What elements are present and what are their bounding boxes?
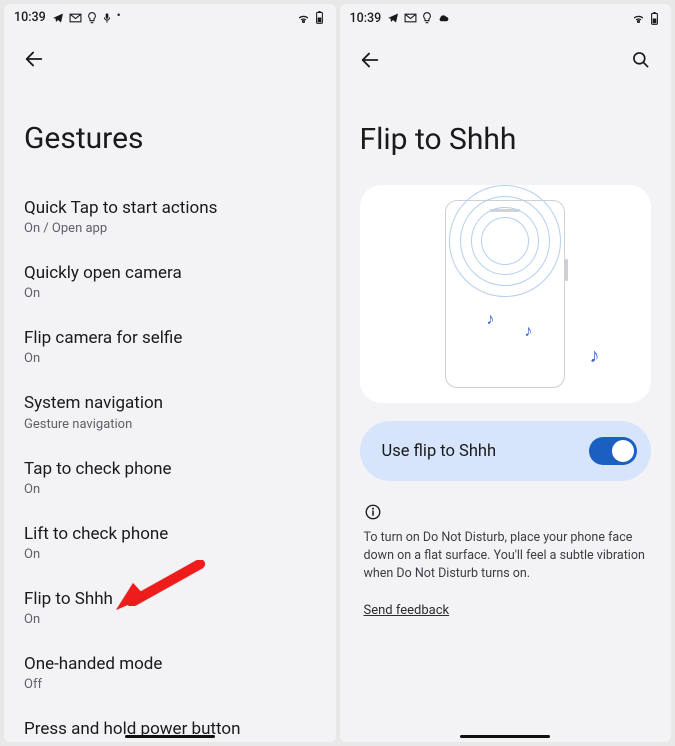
list-item-subtitle: On [24, 547, 316, 562]
page-title: Flip to Shhh [340, 82, 672, 185]
music-note-icon: ♪ [590, 343, 600, 368]
page-title: Gestures [4, 81, 336, 184]
info-icon-row [340, 481, 672, 523]
list-item-tap-check-phone[interactable]: Tap to check phone On [24, 445, 316, 510]
use-flip-to-shhh-toggle-row[interactable]: Use flip to Shhh [360, 421, 652, 481]
cloud-icon [437, 13, 450, 23]
list-item-flip-camera-selfie[interactable]: Flip camera for selfie On [24, 314, 316, 379]
battery-icon [650, 12, 659, 25]
bulb-icon [422, 12, 432, 24]
back-button[interactable] [20, 45, 48, 73]
list-item-title: System navigation [24, 392, 316, 414]
bulb-icon [87, 12, 97, 24]
list-item-subtitle: Gesture navigation [24, 417, 316, 432]
list-item-system-navigation[interactable]: System navigation Gesture navigation [24, 379, 316, 444]
right-screen: 10:39 Flip to Shhh ♪ ♪ [340, 4, 672, 742]
list-item-quick-tap[interactable]: Quick Tap to start actions On / Open app [24, 184, 316, 249]
gmail-icon [404, 13, 417, 23]
list-item-title: Quickly open camera [24, 262, 316, 284]
battery-icon [315, 11, 324, 24]
list-item-title: One-handed mode [24, 653, 316, 675]
music-note-icon: ♪ [486, 309, 494, 329]
list-item-one-handed-mode[interactable]: One-handed mode Off [24, 640, 316, 705]
status-right-icons [296, 11, 324, 24]
list-item-title: Flip camera for selfie [24, 327, 316, 349]
list-item-flip-to-shhh[interactable]: Flip to Shhh On [24, 575, 316, 640]
toggle-switch[interactable] [589, 437, 637, 465]
search-button[interactable] [627, 46, 655, 74]
illustration-card: ♪ ♪ ♪ [360, 185, 652, 403]
info-text: To turn on Do Not Disturb, place your ph… [340, 523, 672, 583]
back-arrow-icon [359, 49, 381, 71]
telegram-icon [387, 12, 399, 24]
list-item-title: Quick Tap to start actions [24, 197, 316, 219]
toggle-label: Use flip to Shhh [382, 442, 497, 461]
list-item-quickly-open-camera[interactable]: Quickly open camera On [24, 249, 316, 314]
list-item-title: Flip to Shhh [24, 588, 316, 610]
back-arrow-icon [23, 48, 45, 70]
list-item-subtitle: On [24, 351, 316, 366]
wifi-icon [296, 12, 311, 24]
gmail-icon [69, 13, 82, 23]
illustration-phone-icon: ♪ ♪ [445, 200, 565, 388]
wifi-icon [631, 12, 646, 24]
status-notification-icons [387, 12, 450, 24]
gesture-nav-pill[interactable] [460, 735, 550, 738]
search-icon [631, 50, 651, 70]
settings-list: Quick Tap to start actions On / Open app… [4, 184, 336, 742]
status-bar: 10:39 • [4, 4, 336, 31]
app-bar [340, 32, 672, 82]
list-item-subtitle: On / Open app [24, 221, 316, 236]
left-screen: 10:39 • Gestures Quick Tap to start acti… [4, 4, 336, 742]
status-time: 10:39 [14, 10, 46, 25]
dot-icon: • [117, 9, 121, 22]
status-right-icons [631, 12, 659, 25]
list-item-title: Lift to check phone [24, 523, 316, 545]
status-bar: 10:39 [340, 4, 672, 32]
telegram-icon [52, 12, 64, 24]
mic-icon [102, 12, 112, 24]
info-icon [364, 503, 382, 521]
gesture-nav-pill[interactable] [125, 735, 215, 738]
status-time: 10:39 [350, 11, 382, 26]
list-item-subtitle: On [24, 482, 316, 497]
status-notification-icons: • [52, 11, 121, 24]
send-feedback-link[interactable]: Send feedback [340, 583, 474, 618]
music-note-icon: ♪ [524, 321, 532, 341]
list-item-subtitle: On [24, 286, 316, 301]
list-item-subtitle: Off [24, 677, 316, 692]
list-item-subtitle: On [24, 612, 316, 627]
app-bar [4, 31, 336, 81]
back-button[interactable] [356, 46, 384, 74]
list-item-title: Tap to check phone [24, 458, 316, 480]
list-item-lift-check-phone[interactable]: Lift to check phone On [24, 510, 316, 575]
